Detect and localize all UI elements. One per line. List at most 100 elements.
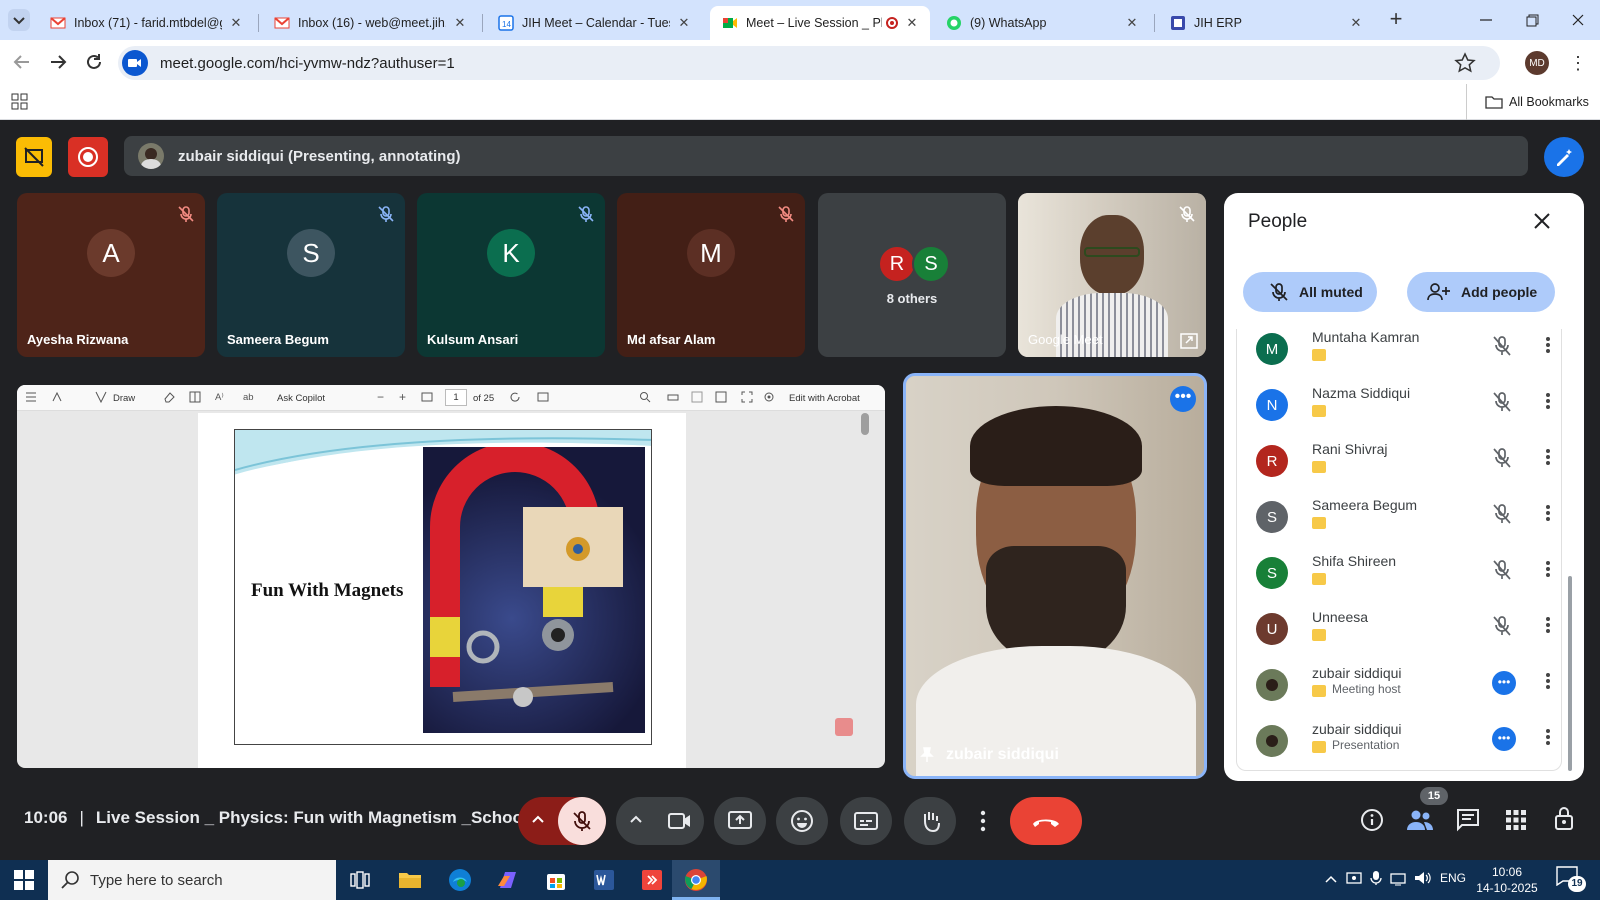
camera-toggle-button[interactable] xyxy=(656,797,704,845)
more-vert-icon[interactable] xyxy=(1544,447,1552,467)
network-icon[interactable] xyxy=(1390,870,1408,886)
highlight-icon[interactable] xyxy=(51,391,65,403)
meet-present-tray-icon[interactable] xyxy=(1346,870,1362,886)
more-vert-icon[interactable] xyxy=(1544,615,1552,635)
tab-calendar[interactable]: 14 JIH Meet – Calendar - Tuesd ✕ xyxy=(486,6,702,40)
ask-copilot-button[interactable]: Ask Copilot xyxy=(277,393,325,404)
list-item[interactable]: U Unneesa xyxy=(1244,607,1564,663)
leave-call-button[interactable] xyxy=(1010,797,1082,845)
presentation-off-button[interactable] xyxy=(16,137,52,177)
chrome-menu-icon[interactable]: ⋮ xyxy=(1568,52,1588,74)
participant-tile[interactable]: A Ayesha Rizwana xyxy=(17,193,205,357)
captions-button[interactable] xyxy=(840,797,892,845)
pinned-video-tile[interactable]: ••• zubair siddiqui xyxy=(903,373,1207,779)
list-item[interactable]: zubair siddiqui Meeting host ••• xyxy=(1244,663,1564,719)
reload-icon[interactable] xyxy=(82,50,106,74)
new-tab-icon[interactable]: + xyxy=(1384,8,1408,32)
recording-button[interactable] xyxy=(68,137,108,177)
chat-icon[interactable] xyxy=(1456,808,1480,832)
list-item[interactable]: R Rani Shivraj xyxy=(1244,439,1564,495)
people-scrollbar[interactable] xyxy=(1568,576,1572,771)
edge-icon[interactable] xyxy=(448,868,472,892)
close-tab-icon[interactable]: ✕ xyxy=(1348,15,1364,31)
tab-inbox-2[interactable]: Inbox (16) - web@meet.jih.o ✕ xyxy=(262,6,478,40)
more-vert-icon[interactable] xyxy=(1544,727,1552,747)
close-window-icon[interactable] xyxy=(1566,8,1590,32)
raise-hand-button[interactable] xyxy=(904,797,956,845)
more-vert-icon[interactable] xyxy=(1544,671,1552,691)
list-item[interactable]: zubair siddiqui Presentation ••• xyxy=(1244,719,1564,775)
audio-active-icon[interactable]: ••• xyxy=(1492,671,1516,695)
participant-tile[interactable]: K Kulsum Ansari xyxy=(417,193,605,357)
mic-off-icon[interactable] xyxy=(1492,335,1512,357)
forward-icon[interactable] xyxy=(46,50,70,74)
save-icon[interactable] xyxy=(691,391,703,403)
mic-off-icon[interactable] xyxy=(1492,615,1512,637)
list-item[interactable]: N Nazma Siddiqui xyxy=(1244,383,1564,439)
mic-options-chevron-icon[interactable] xyxy=(530,811,546,827)
activities-grid-icon[interactable] xyxy=(1504,808,1528,832)
annotate-button[interactable] xyxy=(1544,137,1584,177)
close-tab-icon[interactable]: ✕ xyxy=(676,15,692,31)
close-tab-icon[interactable]: ✕ xyxy=(452,15,468,31)
address-bar[interactable]: meet.google.com/hci-yvmw-ndz?authuser=1 xyxy=(118,46,1500,80)
file-explorer-icon[interactable] xyxy=(398,870,422,890)
list-item[interactable]: S Shifa Shireen xyxy=(1244,551,1564,607)
read-aloud-icon[interactable]: A⁾ xyxy=(215,392,224,403)
translate-icon[interactable]: ab xyxy=(243,392,254,403)
reactions-button[interactable] xyxy=(776,797,828,845)
others-tile[interactable]: R S 8 others xyxy=(818,193,1006,357)
show-hidden-icons-chevron[interactable] xyxy=(1324,872,1338,886)
page-view-icon[interactable] xyxy=(189,391,201,403)
bookmark-star-icon[interactable] xyxy=(1454,52,1476,74)
language-indicator[interactable]: ENG xyxy=(1440,871,1466,885)
back-icon[interactable] xyxy=(10,50,34,74)
close-tab-icon[interactable]: ✕ xyxy=(904,15,920,31)
microphone-tray-icon[interactable] xyxy=(1370,870,1382,886)
pdf-scrollbar[interactable] xyxy=(861,413,869,435)
taskbar-search-box[interactable]: Type here to search xyxy=(48,860,336,900)
search-icon[interactable] xyxy=(639,391,651,403)
tab-meet-active[interactable]: Meet – Live Session _ Phy ✕ xyxy=(710,6,930,40)
more-vert-icon[interactable] xyxy=(1544,335,1552,355)
contents-icon[interactable] xyxy=(25,391,37,403)
pip-icon[interactable] xyxy=(1180,333,1198,349)
list-item[interactable]: M Muntaha Kamran xyxy=(1244,327,1564,383)
windows-start-icon[interactable] xyxy=(14,870,34,890)
apps-grid-icon[interactable] xyxy=(10,92,30,112)
tab-inbox-1[interactable]: Inbox (71) - farid.mtbdel@gm ✕ xyxy=(38,6,254,40)
camera-options-chevron-icon[interactable] xyxy=(628,811,644,827)
more-vert-icon[interactable] xyxy=(1544,391,1552,411)
mic-off-icon[interactable] xyxy=(1492,391,1512,413)
host-controls-icon[interactable] xyxy=(1552,806,1576,832)
close-tab-icon[interactable]: ✕ xyxy=(1124,15,1140,31)
system-clock[interactable]: 10:06 14-10-2025 xyxy=(1474,864,1540,896)
video-tile[interactable]: Google Meet xyxy=(1018,193,1206,357)
draw-icon[interactable] xyxy=(95,391,107,403)
anydesk-icon[interactable] xyxy=(640,868,664,892)
save-as-icon[interactable] xyxy=(715,391,727,403)
page-number-input[interactable]: 1 xyxy=(445,389,467,406)
mic-off-icon[interactable] xyxy=(1492,503,1512,525)
list-item[interactable]: S Sameera Begum xyxy=(1244,495,1564,551)
people-icon[interactable] xyxy=(1406,808,1434,832)
more-options-button[interactable] xyxy=(966,797,1000,845)
all-bookmarks-button[interactable]: All Bookmarks xyxy=(1466,84,1596,120)
add-people-button[interactable]: Add people xyxy=(1407,272,1555,312)
present-button[interactable] xyxy=(714,797,766,845)
audio-active-icon[interactable]: ••• xyxy=(1492,727,1516,751)
meeting-details-icon[interactable] xyxy=(1360,808,1384,832)
volume-icon[interactable] xyxy=(1414,870,1432,886)
more-vert-icon[interactable] xyxy=(1544,559,1552,579)
mic-off-icon[interactable] xyxy=(1492,559,1512,581)
eraser-icon[interactable] xyxy=(163,391,175,403)
restore-icon[interactable] xyxy=(1520,8,1544,32)
mic-toggle-button[interactable] xyxy=(558,797,606,845)
two-page-icon[interactable] xyxy=(537,391,549,403)
notifications-button[interactable]: 19 xyxy=(1556,866,1586,892)
fit-page-icon[interactable] xyxy=(421,391,433,403)
zoom-out-icon[interactable]: − xyxy=(377,390,384,404)
mic-off-icon[interactable] xyxy=(1492,447,1512,469)
participant-tile[interactable]: S Sameera Begum xyxy=(217,193,405,357)
rotate-icon[interactable] xyxy=(509,391,521,403)
